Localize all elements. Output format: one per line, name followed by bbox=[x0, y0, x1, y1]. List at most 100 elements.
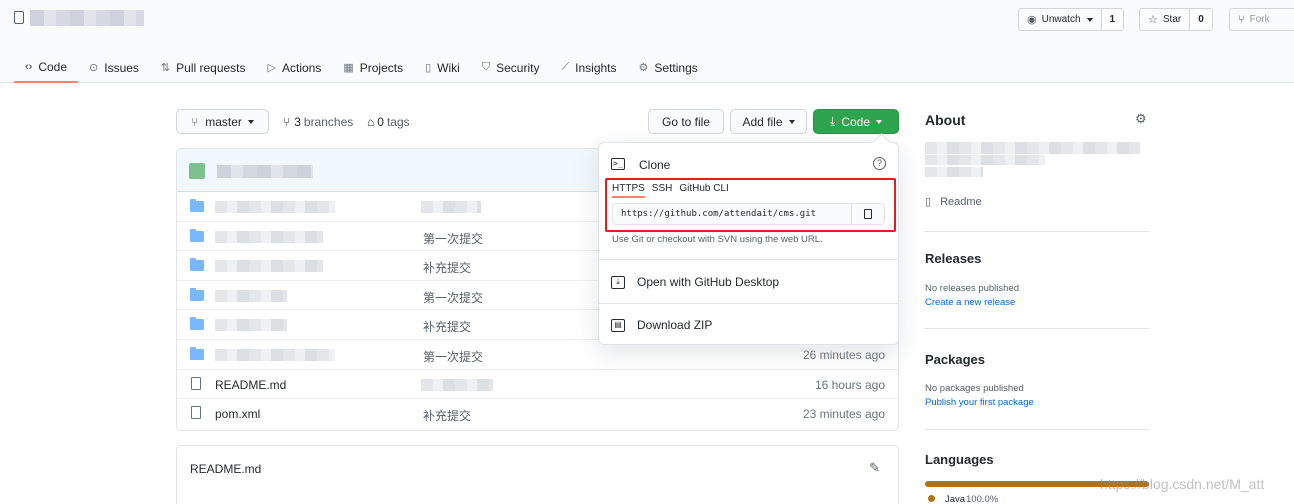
tab-label: Actions bbox=[281, 60, 322, 75]
language-name[interactable]: Java bbox=[945, 494, 965, 504]
edit-pencil-icon[interactable]: ✎ bbox=[869, 460, 880, 476]
tab-label: Pull requests bbox=[176, 60, 246, 75]
graph-icon: ⟋ bbox=[561, 61, 570, 73]
watch-count[interactable]: 1 bbox=[1100, 9, 1124, 30]
chevron-down-icon bbox=[788, 119, 795, 124]
commit-author-redacted[interactable] bbox=[217, 165, 313, 178]
about-description-redacted bbox=[925, 142, 1140, 154]
file-name-redacted[interactable] bbox=[215, 201, 335, 213]
tags-link[interactable]: ⌂ 0 tags bbox=[367, 115, 410, 129]
readme-panel: README.md ✎ bbox=[176, 445, 899, 504]
languages-heading: Languages bbox=[925, 452, 994, 467]
tab-settings[interactable]: ⚙ Settings bbox=[628, 52, 709, 83]
divider bbox=[599, 259, 898, 260]
file-name-redacted[interactable] bbox=[215, 289, 287, 302]
folder-icon bbox=[190, 228, 204, 242]
open-desktop-item[interactable]: ⤓ Open with GitHub Desktop bbox=[611, 275, 779, 289]
divider bbox=[925, 328, 1149, 329]
star-count[interactable]: 0 bbox=[1189, 9, 1212, 30]
branch-select-button[interactable]: ⑂ master bbox=[176, 109, 269, 134]
commit-message[interactable]: 补充提交 bbox=[423, 318, 471, 335]
pull-request-icon: ⇅ bbox=[160, 62, 171, 74]
tab-pull-requests[interactable]: ⇅ Pull requests bbox=[150, 52, 257, 83]
commit-message-redacted[interactable] bbox=[421, 201, 481, 213]
watch-button[interactable]: ◉ Unwatch 1 bbox=[1018, 8, 1125, 31]
terminal-icon: >_ bbox=[611, 158, 625, 170]
tab-security[interactable]: ⛉ Security bbox=[471, 52, 551, 83]
file-name[interactable]: pom.xml bbox=[215, 407, 260, 421]
issue-icon: ⊙ bbox=[89, 62, 99, 74]
commit-message[interactable]: 第一次提交 bbox=[423, 348, 483, 365]
clone-hint: Use Git or checkout with SVN using the w… bbox=[612, 234, 823, 245]
eye-icon: ◉ bbox=[1027, 14, 1037, 26]
commit-message[interactable]: 第一次提交 bbox=[423, 289, 483, 306]
file-name-redacted[interactable] bbox=[215, 348, 335, 361]
tab-insights[interactable]: ⟋ Insights bbox=[550, 52, 627, 83]
table-row[interactable]: pom.xml 补充提交 23 minutes ago bbox=[177, 399, 898, 429]
book-icon: ▯ bbox=[925, 196, 932, 208]
gear-icon: ⚙ bbox=[638, 62, 649, 74]
go-to-file-button[interactable]: Go to file bbox=[648, 109, 724, 134]
download-zip-item[interactable]: ▤ Download ZIP bbox=[611, 318, 712, 332]
file-name-redacted[interactable] bbox=[215, 260, 323, 273]
tab-actions[interactable]: ▷ Actions bbox=[257, 52, 333, 83]
table-row[interactable]: README.md 16 hours ago bbox=[177, 370, 898, 400]
tab-label: Issues bbox=[104, 60, 139, 75]
readme-link[interactable]: ▯ Readme bbox=[925, 195, 982, 209]
repo-tabs: ‹› Code ⊙ Issues ⇅ Pull requests ▷ Actions ▦ Proj… bbox=[14, 52, 709, 83]
folder-icon bbox=[190, 317, 204, 331]
tag-icon: ⌂ bbox=[367, 115, 375, 129]
readme-title: README.md bbox=[190, 462, 262, 476]
releases-text: No releases published bbox=[925, 283, 1020, 294]
add-file-button[interactable]: Add file bbox=[730, 109, 807, 134]
clone-title: Clone bbox=[639, 158, 671, 172]
folder-icon bbox=[190, 199, 204, 212]
branch-icon: ⑂ bbox=[191, 114, 199, 129]
commit-message[interactable]: 第一次提交 bbox=[423, 230, 483, 247]
repo-name-redacted[interactable] bbox=[30, 10, 144, 26]
tab-label: Security bbox=[496, 60, 540, 75]
question-icon[interactable]: ? bbox=[873, 157, 886, 170]
gear-icon[interactable]: ⚙ bbox=[1135, 111, 1147, 127]
watermark-text: https://blog.csdn.net/M_att bbox=[1100, 476, 1265, 492]
tab-label: Code bbox=[38, 59, 68, 74]
file-name-redacted[interactable] bbox=[215, 230, 323, 243]
desktop-download-icon: ⤓ bbox=[611, 275, 625, 289]
code-button[interactable]: ⤓ Code bbox=[813, 109, 899, 134]
shield-icon: ⛉ bbox=[481, 61, 491, 73]
folder-icon bbox=[190, 258, 204, 272]
book-icon: ▯ bbox=[425, 62, 432, 74]
file-name-redacted[interactable] bbox=[215, 319, 287, 332]
branch-icon: ⑂ bbox=[283, 115, 291, 129]
zip-icon: ▤ bbox=[611, 318, 625, 332]
fork-button[interactable]: ⑂ Fork bbox=[1229, 8, 1294, 31]
star-icon: ☆ bbox=[1148, 14, 1158, 26]
chevron-down-icon bbox=[876, 119, 882, 124]
play-icon: ▷ bbox=[267, 62, 276, 74]
avatar[interactable] bbox=[189, 163, 205, 179]
commit-message-redacted[interactable] bbox=[421, 378, 493, 391]
chevron-down-icon bbox=[1086, 17, 1093, 22]
releases-heading[interactable]: Releases bbox=[925, 251, 981, 266]
commit-message[interactable]: 补充提交 bbox=[423, 407, 471, 424]
star-button[interactable]: ☆ Star 0 bbox=[1139, 8, 1213, 31]
file-name[interactable]: README.md bbox=[215, 378, 286, 392]
tab-label: Projects bbox=[359, 60, 404, 75]
about-description-redacted bbox=[925, 167, 983, 177]
language-percent: 100.0% bbox=[966, 494, 999, 504]
code-icon: ‹› bbox=[25, 60, 33, 73]
tab-wiki[interactable]: ▯ Wiki bbox=[414, 52, 471, 83]
repo-header: ◉ Unwatch 1 ☆ Star 0 ⑂ Fork ‹› Code ⊙ Issues ⇅ P… bbox=[0, 0, 1294, 83]
tab-label: Settings bbox=[654, 60, 698, 75]
packages-heading[interactable]: Packages bbox=[925, 352, 985, 367]
chevron-down-icon bbox=[247, 119, 254, 124]
branches-link[interactable]: ⑂ 3 branches bbox=[283, 115, 353, 129]
about-description-redacted bbox=[925, 155, 1045, 165]
commit-message[interactable]: 补充提交 bbox=[423, 259, 471, 276]
create-release-link[interactable]: Create a new release bbox=[925, 297, 1015, 308]
tab-projects[interactable]: ▦ Projects bbox=[332, 52, 414, 83]
tab-issues[interactable]: ⊙ Issues bbox=[78, 52, 150, 83]
tab-code[interactable]: ‹› Code bbox=[14, 52, 79, 83]
clone-dropdown: >_ Clone ? HTTPS SSH GitHub CLI https://… bbox=[598, 142, 899, 345]
publish-package-link[interactable]: Publish your first package bbox=[925, 397, 1034, 408]
